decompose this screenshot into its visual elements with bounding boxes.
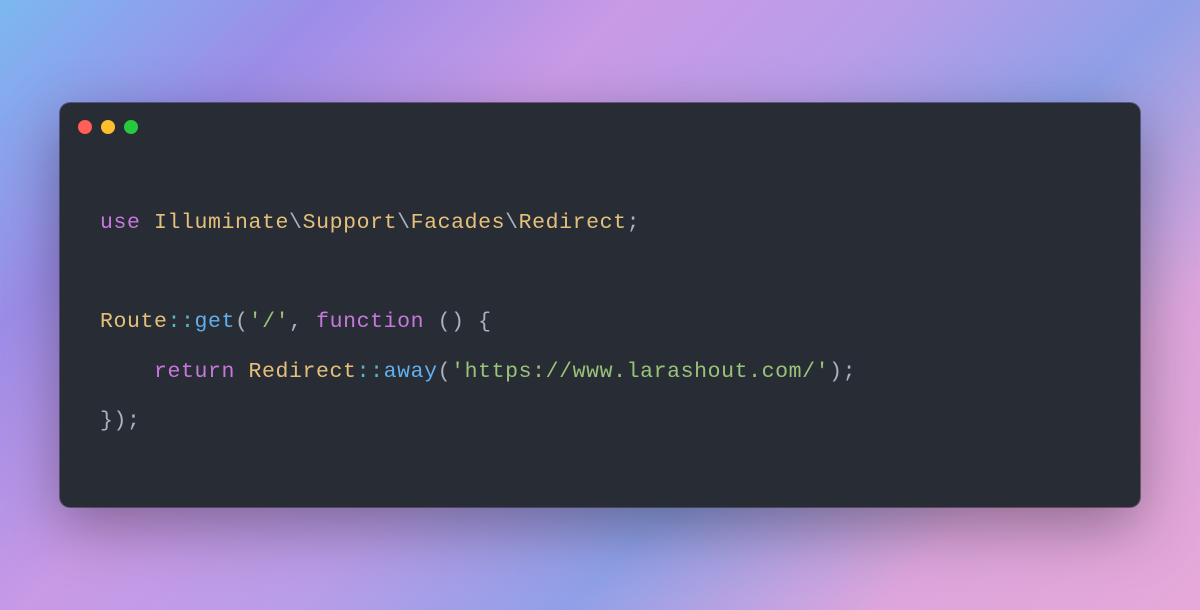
code-token: away	[384, 360, 438, 384]
code-token: \	[505, 211, 519, 235]
code-token: ,	[289, 310, 316, 334]
code-token: ::	[168, 310, 195, 334]
code-token: });	[100, 409, 141, 433]
code-window: use Illuminate\Support\Facades\Redirect;…	[60, 103, 1140, 506]
code-line: });	[100, 397, 1100, 446]
code-line: use Illuminate\Support\Facades\Redirect;	[100, 199, 1100, 248]
code-token: function	[316, 310, 438, 334]
code-token: 'https://www.larashout.com/'	[451, 360, 829, 384]
code-token: Redirect	[249, 360, 357, 384]
code-token: get	[195, 310, 236, 334]
code-token	[100, 360, 154, 384]
code-token: () {	[438, 310, 492, 334]
code-line: return Redirect::away('https://www.laras…	[100, 348, 1100, 397]
code-token: Facades	[411, 211, 506, 235]
minimize-icon[interactable]	[101, 120, 115, 134]
zoom-icon[interactable]	[124, 120, 138, 134]
code-token: '/'	[249, 310, 290, 334]
code-line: Route::get('/', function () {	[100, 298, 1100, 347]
code-token: \	[289, 211, 303, 235]
code-token: \	[397, 211, 411, 235]
code-line	[100, 249, 1100, 298]
code-token: (	[438, 360, 452, 384]
code-token: (	[235, 310, 249, 334]
code-token: Support	[303, 211, 398, 235]
code-token: );	[829, 360, 856, 384]
code-token: Illuminate	[154, 211, 289, 235]
code-token: ;	[627, 211, 641, 235]
titlebar	[60, 103, 1140, 151]
code-token: use	[100, 211, 154, 235]
code-token: Route	[100, 310, 168, 334]
code-block: use Illuminate\Support\Facades\Redirect;…	[60, 151, 1140, 506]
close-icon[interactable]	[78, 120, 92, 134]
code-token: return	[154, 360, 249, 384]
code-token: ::	[357, 360, 384, 384]
code-token: Redirect	[519, 211, 627, 235]
